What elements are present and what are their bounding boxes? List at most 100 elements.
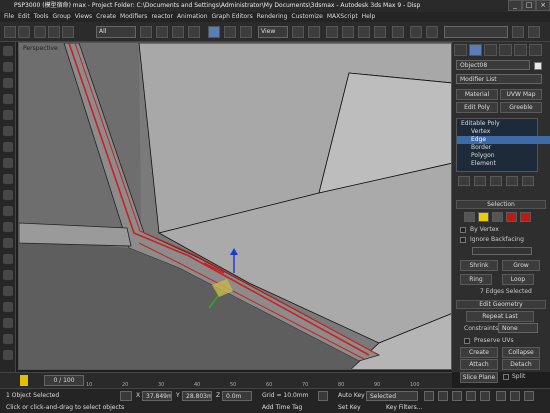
attach-button[interactable]: Attach bbox=[460, 359, 498, 370]
previous-frame-icon[interactable] bbox=[438, 391, 448, 401]
greeble-button[interactable]: Greeble bbox=[500, 102, 542, 113]
y-coordinate-field[interactable]: 28.803m bbox=[182, 391, 212, 401]
stack-item-editable-poly[interactable]: Editable Poly bbox=[457, 120, 543, 128]
select-and-rotate-icon[interactable] bbox=[224, 26, 236, 38]
zoom-icon[interactable] bbox=[496, 391, 506, 401]
tool-icon[interactable] bbox=[3, 78, 13, 88]
menu-group[interactable]: Group bbox=[52, 12, 70, 22]
tool-icon[interactable] bbox=[3, 286, 13, 296]
show-end-result-icon[interactable] bbox=[474, 176, 486, 186]
tool-icon[interactable] bbox=[3, 190, 13, 200]
align-icon[interactable] bbox=[426, 26, 438, 38]
pan-icon[interactable] bbox=[510, 391, 520, 401]
x-coordinate-field[interactable]: 37.849m bbox=[142, 391, 172, 401]
perspective-viewport[interactable]: Perspective bbox=[18, 42, 452, 370]
add-time-tag-button[interactable]: Add Time Tag bbox=[262, 404, 302, 411]
modifier-list-dropdown[interactable]: Modifier List bbox=[456, 74, 542, 84]
menu-graph-editors[interactable]: Graph Editors bbox=[212, 12, 253, 22]
lock-selection-icon[interactable] bbox=[120, 391, 132, 401]
select-by-name-icon[interactable] bbox=[156, 26, 168, 38]
tool-icon[interactable] bbox=[3, 318, 13, 328]
menu-rendering[interactable]: Rendering bbox=[257, 12, 288, 22]
select-and-scale-icon[interactable] bbox=[240, 26, 252, 38]
tool-icon[interactable] bbox=[3, 206, 13, 216]
close-button[interactable]: × bbox=[536, 0, 550, 11]
undo-icon[interactable] bbox=[4, 26, 16, 38]
object-color-swatch[interactable] bbox=[534, 62, 542, 70]
viewport-label[interactable]: Perspective bbox=[23, 45, 58, 52]
remove-modifier-icon[interactable] bbox=[506, 176, 518, 186]
utilities-tab-icon[interactable] bbox=[529, 44, 542, 56]
menu-edit[interactable]: Edit bbox=[18, 12, 30, 22]
menu-create[interactable]: Create bbox=[96, 12, 116, 22]
tool-icon[interactable] bbox=[3, 222, 13, 232]
display-tab-icon[interactable] bbox=[514, 44, 527, 56]
menu-views[interactable]: Views bbox=[75, 12, 92, 22]
slice-plane-button[interactable]: Slice Plane bbox=[460, 372, 498, 383]
split-checkbox[interactable] bbox=[503, 374, 509, 380]
menu-help[interactable]: Help bbox=[362, 12, 376, 22]
tool-icon[interactable] bbox=[3, 110, 13, 120]
grow-button[interactable]: Grow bbox=[502, 260, 540, 271]
key-mode-dropdown[interactable]: Selected bbox=[366, 391, 418, 401]
vertex-mode-icon[interactable] bbox=[464, 212, 475, 222]
tool-icon[interactable] bbox=[3, 254, 13, 264]
angle-threshold-field[interactable] bbox=[472, 247, 532, 255]
named-selection-sets-dropdown[interactable] bbox=[444, 26, 508, 38]
stack-item-polygon[interactable]: Polygon bbox=[457, 152, 550, 160]
hierarchy-tab-icon[interactable] bbox=[484, 44, 497, 56]
selection-rollout[interactable]: Selection bbox=[456, 200, 546, 209]
menu-tools[interactable]: Tools bbox=[34, 12, 49, 22]
tool-icon[interactable] bbox=[3, 350, 13, 360]
menu-file[interactable]: File bbox=[4, 12, 14, 22]
modifier-stack[interactable]: Editable Poly Vertex Edge Border Polygon… bbox=[456, 118, 550, 172]
menu-modifiers[interactable]: Modifiers bbox=[120, 12, 147, 22]
time-slider[interactable]: 0 / 100 bbox=[44, 375, 84, 386]
z-coordinate-field[interactable]: 0.0m bbox=[222, 391, 252, 401]
tool-icon[interactable] bbox=[3, 62, 13, 72]
constraints-dropdown[interactable]: None bbox=[498, 323, 538, 333]
uvw-map-button[interactable]: UVW Map bbox=[500, 89, 542, 100]
tool-icon[interactable] bbox=[3, 94, 13, 104]
ignore-backfacing-checkbox[interactable] bbox=[460, 237, 466, 243]
select-object-icon[interactable] bbox=[140, 26, 152, 38]
pivot-center-icon[interactable] bbox=[292, 26, 304, 38]
create-tab-icon[interactable] bbox=[454, 44, 467, 56]
angle-snap-icon[interactable] bbox=[342, 26, 354, 38]
tool-icon[interactable] bbox=[3, 270, 13, 280]
menu-maxscript[interactable]: MAXScript bbox=[327, 12, 358, 22]
maximize-button[interactable]: □ bbox=[522, 0, 536, 11]
unlink-icon[interactable] bbox=[48, 26, 60, 38]
selection-filter-dropdown[interactable]: All bbox=[96, 26, 136, 38]
loop-button[interactable]: Loop bbox=[502, 274, 534, 285]
menu-customize[interactable]: Customize bbox=[291, 12, 323, 22]
object-name-field[interactable]: Object08 bbox=[456, 60, 530, 70]
tool-icon[interactable] bbox=[3, 142, 13, 152]
curve-editor-icon[interactable] bbox=[512, 26, 524, 38]
make-unique-icon[interactable] bbox=[490, 176, 502, 186]
tool-icon[interactable] bbox=[3, 126, 13, 136]
motion-tab-icon[interactable] bbox=[499, 44, 512, 56]
ring-button[interactable]: Ring bbox=[460, 274, 492, 285]
material-editor-icon[interactable] bbox=[528, 26, 540, 38]
tool-icon[interactable] bbox=[3, 238, 13, 248]
stack-item-border[interactable]: Border bbox=[457, 144, 550, 152]
collapse-button[interactable]: Collapse bbox=[502, 347, 540, 358]
tool-icon[interactable] bbox=[3, 174, 13, 184]
orbit-icon[interactable] bbox=[524, 391, 534, 401]
rectangular-selection-icon[interactable] bbox=[172, 26, 184, 38]
reference-coordinate-dropdown[interactable]: View bbox=[258, 26, 288, 38]
edit-geometry-rollout[interactable]: Edit Geometry bbox=[456, 300, 546, 309]
pin-stack-icon[interactable] bbox=[458, 176, 470, 186]
create-button[interactable]: Create bbox=[460, 347, 498, 358]
window-crossing-icon[interactable] bbox=[188, 26, 200, 38]
modify-tab-icon[interactable] bbox=[469, 44, 482, 56]
select-and-move-icon[interactable] bbox=[208, 26, 220, 38]
shrink-button[interactable]: Shrink bbox=[460, 260, 498, 271]
percent-snap-icon[interactable] bbox=[358, 26, 370, 38]
set-key-button[interactable]: Set Key bbox=[338, 404, 361, 411]
border-mode-icon[interactable] bbox=[492, 212, 503, 222]
bind-space-warp-icon[interactable] bbox=[62, 26, 74, 38]
select-manipulate-icon[interactable] bbox=[308, 26, 320, 38]
tool-icon[interactable] bbox=[3, 334, 13, 344]
